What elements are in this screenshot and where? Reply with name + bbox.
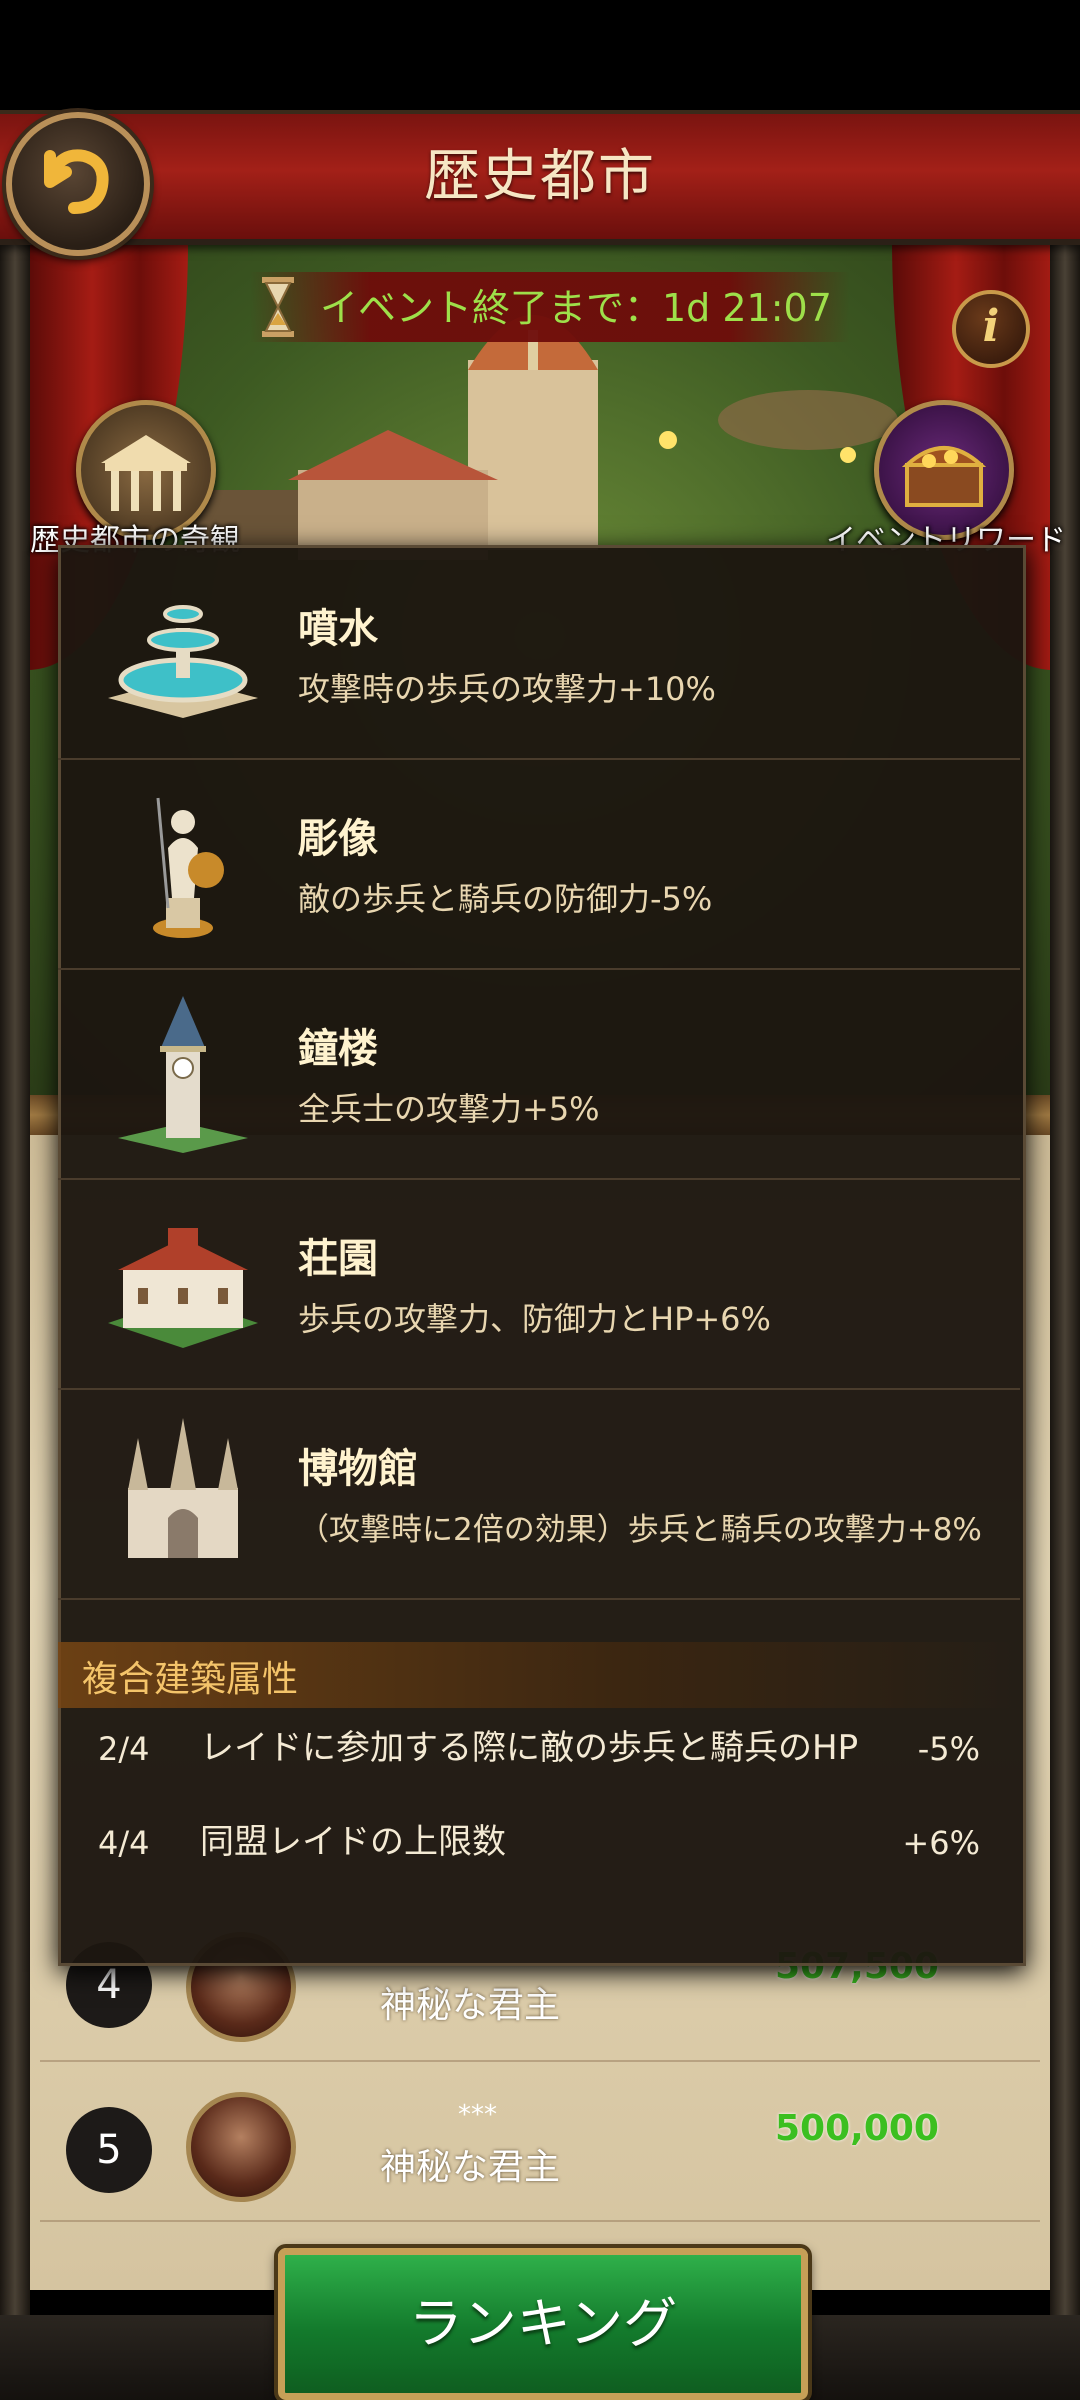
combined-attribute-row: 4/4 同盟レイドの上限数 +6% [58, 1822, 1020, 1872]
building-name: 噴水 [298, 606, 378, 652]
building-row-fountain: 噴水 攻撃時の歩兵の攻撃力+10% [58, 548, 1020, 760]
info-button[interactable]: i [952, 290, 1030, 368]
info-icon: i [982, 301, 1000, 352]
attribute-count: 2/4 [98, 1730, 150, 1768]
player-name: 神秘な君主 [380, 1985, 561, 2026]
player-name: 神秘な君主 [380, 2147, 561, 2188]
building-row-statue: 彫像 敵の歩兵と騎兵の防御力-5% [58, 758, 1020, 970]
rank-badge: 5 [66, 2107, 152, 2193]
building-row-bell-tower: 鐘楼 全兵士の攻撃力+5% [58, 968, 1020, 1180]
building-description: 全兵士の攻撃力+5% [298, 1090, 600, 1128]
building-row-manor: 荘園 歩兵の攻撃力、防御力とHP+6% [58, 1178, 1020, 1390]
back-arrow-icon [44, 149, 109, 214]
player-score: 500,000 [775, 2108, 939, 2149]
combined-attributes-title: 複合建築属性 [82, 1659, 299, 1700]
status-bar-area [0, 0, 1080, 110]
combined-attribute-row: 2/4 レイドに参加する際に敵の歩兵と騎兵のHP -5% [58, 1728, 1020, 1818]
ranking-row[interactable]: 5 *** 神秘な君主 500,000 [40, 2070, 1040, 2222]
attribute-text: 同盟レイドの上限数 [200, 1822, 506, 1862]
manor-icon [108, 1228, 258, 1348]
building-description: 攻撃時の歩兵の攻撃力+10% [298, 670, 716, 708]
building-name: 荘園 [298, 1236, 378, 1282]
building-name: 博物館 [298, 1446, 418, 1492]
attribute-value: -5% [917, 1730, 980, 1768]
header-bar: 歴史都市 [0, 110, 1080, 245]
player-stars: *** [458, 2100, 497, 2130]
building-name: 鐘楼 [298, 1026, 378, 1072]
attribute-count: 4/4 [98, 1824, 150, 1862]
attribute-value: +6% [902, 1824, 980, 1862]
frame-pillar-left [0, 235, 30, 2400]
ranking-button[interactable]: ランキング [278, 2248, 808, 2400]
building-description: 歩兵の攻撃力、防御力とHP+6% [298, 1300, 771, 1338]
avatar[interactable] [186, 2092, 296, 2202]
hourglass-icon [262, 277, 294, 337]
building-description: （攻撃時に2倍の効果）歩兵と騎兵の攻撃力+8% [298, 1512, 982, 1548]
building-description: 敵の歩兵と騎兵の防御力-5% [298, 880, 713, 918]
frame-pillar-right [1050, 235, 1080, 2400]
attribute-text: レイドに参加する際に敵の歩兵と騎兵のHP [200, 1728, 859, 1768]
page-title: 歴史都市 [424, 144, 656, 209]
back-button[interactable] [6, 112, 150, 256]
building-name: 彫像 [298, 816, 378, 862]
fountain-icon [108, 605, 258, 718]
bell-tower-icon [118, 996, 248, 1153]
event-timer-text: イベント終了まで：1d 21:07 [320, 286, 832, 330]
statue-icon [153, 797, 224, 938]
museum-icon [128, 1418, 238, 1558]
building-row-museum: 博物館 （攻撃時に2倍の効果）歩兵と騎兵の攻撃力+8% [58, 1388, 1020, 1600]
